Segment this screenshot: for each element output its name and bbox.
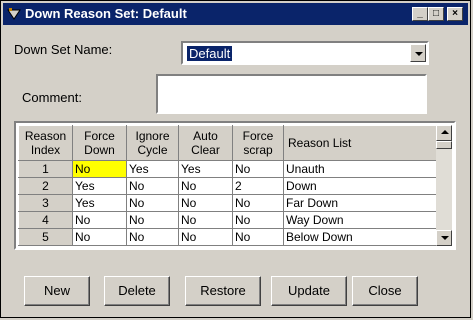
table-cell[interactable]: Far Down	[283, 194, 439, 212]
app-icon	[7, 8, 21, 20]
new-button[interactable]: New	[24, 276, 90, 306]
update-button[interactable]: Update	[271, 276, 347, 306]
reason-grid[interactable]: Reason Index Force Down Ignore Cycle Auto C…	[14, 121, 456, 250]
minimize-button[interactable]: _	[412, 7, 428, 21]
table-cell[interactable]: Below Down	[283, 228, 439, 246]
table-cell[interactable]: Yes	[178, 160, 233, 178]
table-cell[interactable]: No	[178, 211, 233, 229]
comment-field[interactable]	[156, 74, 427, 114]
table-cell[interactable]: No	[126, 228, 179, 246]
title-bar[interactable]: Down Reason Set: Default _ □ ×	[3, 3, 468, 25]
table-cell[interactable]: No	[178, 177, 233, 195]
set-name-label: Down Set Name:	[14, 42, 113, 57]
close-icon: ×	[452, 8, 458, 19]
header-row: Reason Index Force Down Ignore Cycle Auto C…	[18, 125, 439, 161]
table-cell[interactable]: No	[232, 228, 284, 246]
table-cell[interactable]: No	[72, 160, 127, 178]
dialog-window: Down Reason Set: Default _ □ × Down Set …	[0, 0, 471, 318]
vertical-scrollbar[interactable]	[436, 125, 452, 246]
row-index-cell: 4	[18, 211, 73, 229]
table-cell[interactable]: 2	[232, 177, 284, 195]
close-window-button[interactable]: ×	[447, 7, 463, 21]
row-index-cell: 3	[18, 194, 73, 212]
table-cell[interactable]: No	[232, 211, 284, 229]
restore-button[interactable]: Restore	[185, 276, 261, 306]
row-index-cell: 1	[18, 160, 73, 178]
table-cell[interactable]: Unauth	[283, 160, 439, 178]
table-cell[interactable]: Way Down	[283, 211, 439, 229]
table-row[interactable]: 3 Yes No No No Far Down	[18, 194, 439, 212]
comment-label: Comment:	[22, 90, 82, 105]
close-button[interactable]: Close	[352, 276, 418, 306]
table-cell[interactable]: Yes	[126, 160, 179, 178]
chevron-down-icon	[415, 52, 423, 56]
reason-table: Reason Index Force Down Ignore Cycle Auto C…	[18, 125, 439, 246]
column-header[interactable]: Force Down	[72, 125, 127, 161]
scroll-thumb[interactable]	[436, 141, 452, 149]
column-header[interactable]: Ignore Cycle	[126, 125, 179, 161]
set-name-value: Default	[187, 46, 233, 61]
table-cell[interactable]: No	[178, 228, 233, 246]
table-cell[interactable]: Yes	[72, 194, 127, 212]
row-index-cell: 5	[18, 228, 73, 246]
table-cell[interactable]: No	[72, 228, 127, 246]
combo-dropdown-button[interactable]	[410, 44, 426, 62]
column-header[interactable]: Reason Index	[18, 125, 73, 161]
column-header[interactable]: Reason List	[283, 125, 439, 161]
table-cell[interactable]: No	[126, 177, 179, 195]
window-title: Down Reason Set: Default	[25, 6, 187, 21]
delete-button[interactable]: Delete	[104, 276, 170, 306]
table-cell[interactable]: No	[126, 194, 179, 212]
scroll-up-button[interactable]	[436, 125, 452, 141]
maximize-button[interactable]: □	[428, 7, 444, 21]
table-cell[interactable]: No	[232, 160, 284, 178]
arrow-up-icon	[441, 130, 449, 134]
table-cell[interactable]: Down	[283, 177, 439, 195]
set-name-combobox[interactable]: Default	[181, 41, 429, 65]
table-body: 1 No Yes Yes No Unauth 2 Yes No No 2 Down 3 Yes No No No…	[18, 160, 439, 246]
table-row[interactable]: 5 No No No No Below Down	[18, 228, 439, 246]
minimize-icon: _	[417, 8, 423, 19]
table-cell[interactable]: No	[126, 211, 179, 229]
table-row[interactable]: 2 Yes No No 2 Down	[18, 177, 439, 195]
table-cell[interactable]: No	[178, 194, 233, 212]
column-header[interactable]: Auto Clear	[178, 125, 233, 161]
table-cell[interactable]: No	[232, 194, 284, 212]
table-row[interactable]: 1 No Yes Yes No Unauth	[18, 160, 439, 178]
scroll-down-button[interactable]	[436, 230, 452, 246]
maximize-icon: □	[432, 8, 440, 19]
row-index-cell: 2	[18, 177, 73, 195]
arrow-down-icon	[441, 236, 449, 240]
table-cell[interactable]: No	[72, 211, 127, 229]
table-cell[interactable]: Yes	[72, 177, 127, 195]
column-header[interactable]: Force scrap	[232, 125, 284, 161]
table-row[interactable]: 4 No No No No Way Down	[18, 211, 439, 229]
